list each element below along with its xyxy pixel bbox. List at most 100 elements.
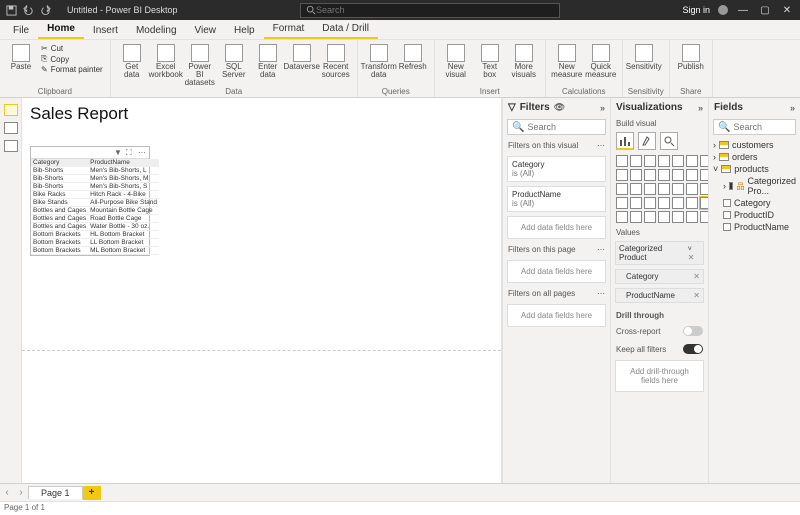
ribbon-transform-data[interactable]: Transformdata: [363, 42, 395, 79]
visual-type-icon[interactable]: [658, 197, 670, 209]
paste-button[interactable]: Paste: [5, 42, 37, 71]
redo-icon[interactable]: [40, 5, 51, 16]
ribbon-excel-workbook[interactable]: Excelworkbook: [150, 42, 182, 79]
visual-type-icon[interactable]: [630, 183, 642, 195]
table-header[interactable]: Category: [31, 159, 88, 167]
visual-type-icon[interactable]: [658, 211, 670, 223]
table-row[interactable]: Bottom BracketsML Bottom Bracket: [31, 247, 159, 255]
visual-type-icon[interactable]: [672, 169, 684, 181]
fields-search[interactable]: 🔍: [713, 119, 796, 135]
visual-type-icon[interactable]: [686, 211, 698, 223]
ribbon-refresh[interactable]: Refresh: [397, 42, 429, 71]
sign-in[interactable]: Sign in: [682, 5, 710, 15]
table-row[interactable]: Bottom BracketsHL Bottom Bracket: [31, 231, 159, 239]
visual-type-icon[interactable]: [630, 211, 642, 223]
visual-type-icon[interactable]: [672, 155, 684, 167]
visual-type-icon[interactable]: [616, 183, 628, 195]
ribbon-dataverse[interactable]: Dataverse: [286, 42, 318, 71]
format-visual-icon[interactable]: [638, 132, 656, 150]
field-well-categorized[interactable]: Categorized Product˅ ✕: [615, 241, 704, 265]
visual-type-icon[interactable]: [644, 169, 656, 181]
ribbon-publish[interactable]: Publish: [675, 42, 707, 71]
filter-icon[interactable]: ▼: [114, 148, 122, 156]
tab-file[interactable]: File: [4, 22, 38, 39]
table-row[interactable]: Bottom BracketsLL Bottom Bracket: [31, 239, 159, 247]
minimize-button[interactable]: —: [736, 3, 750, 17]
report-view-icon[interactable]: [4, 104, 18, 116]
table-row[interactable]: Bottles and CagesWater Bottle - 30 oz.: [31, 223, 159, 231]
visual-type-icon[interactable]: [630, 155, 642, 167]
more-icon[interactable]: ⋯: [597, 141, 605, 150]
avatar-icon[interactable]: [718, 5, 728, 15]
visual-type-icon[interactable]: [616, 155, 628, 167]
collapse-icon[interactable]: »: [790, 103, 795, 113]
visual-type-icon[interactable]: [644, 211, 656, 223]
tab-home[interactable]: Home: [38, 20, 84, 39]
add-page-filter[interactable]: Add data fields here: [507, 260, 606, 283]
eye-icon[interactable]: 👁: [554, 102, 565, 113]
field-categorized-product[interactable]: ›品Categorized Pro...: [713, 175, 796, 197]
focus-icon[interactable]: ⛶: [126, 148, 134, 156]
prev-page-icon[interactable]: ‹: [0, 487, 14, 498]
visual-type-icon[interactable]: [672, 197, 684, 209]
table-row[interactable]: Bib-ShortsMen's Bib-Shorts, S: [31, 183, 159, 191]
analytics-icon[interactable]: [660, 132, 678, 150]
checkbox-icon[interactable]: [723, 199, 731, 207]
visual-type-icon[interactable]: [658, 169, 670, 181]
keep-filters-toggle[interactable]: [683, 344, 703, 354]
format-painter-button[interactable]: ✎Format painter: [41, 65, 103, 74]
table-row[interactable]: Bottles and CagesMountain Bottle Cage: [31, 207, 159, 215]
remove-icon[interactable]: ✕: [693, 272, 700, 281]
visual-type-icon[interactable]: [658, 183, 670, 195]
ribbon-get-data[interactable]: Getdata: [116, 42, 148, 79]
visual-type-icon[interactable]: [658, 155, 670, 167]
visual-type-icon[interactable]: [672, 211, 684, 223]
maximize-button[interactable]: ▢: [758, 3, 772, 17]
table-row[interactable]: Bottles and CagesRoad Bottle Cage: [31, 215, 159, 223]
field-productid[interactable]: ProductID: [713, 209, 796, 221]
report-canvas[interactable]: Sales Report ▼ ⛶ ⋯ CategoryProductNameBi…: [22, 98, 502, 483]
tab-view[interactable]: View: [186, 22, 226, 39]
add-report-filter[interactable]: Add data fields here: [507, 304, 606, 327]
copy-button[interactable]: ⎘Copy: [41, 54, 103, 64]
visual-type-icon[interactable]: [616, 197, 628, 209]
ribbon-sql-server[interactable]: SQLServer: [218, 42, 250, 79]
visual-type-icon[interactable]: [644, 183, 656, 195]
more-icon[interactable]: ⋯: [597, 289, 605, 298]
ribbon-power-bi-datasets[interactable]: PowerBI datasets: [184, 42, 216, 87]
field-category[interactable]: Category: [713, 197, 796, 209]
ribbon-text-box[interactable]: Textbox: [474, 42, 506, 79]
table-row[interactable]: Bike RacksHitch Rack - 4-Bike: [31, 191, 159, 199]
field-well-category[interactable]: Category✕: [615, 269, 704, 284]
checkbox-icon[interactable]: [723, 223, 731, 231]
ribbon-sensitivity[interactable]: Sensitivity: [628, 42, 660, 71]
more-icon[interactable]: ⋯: [597, 245, 605, 254]
checkbox-icon[interactable]: [729, 182, 733, 190]
title-search[interactable]: [300, 3, 560, 18]
drill-through-well[interactable]: Add drill-through fields here: [615, 360, 704, 392]
ribbon-more-visuals[interactable]: Morevisuals: [508, 42, 540, 79]
tab-help[interactable]: Help: [225, 22, 264, 39]
collapse-icon[interactable]: »: [600, 103, 605, 113]
remove-icon[interactable]: ✕: [688, 253, 695, 262]
build-visual-icon[interactable]: [616, 132, 634, 150]
checkbox-icon[interactable]: [723, 211, 731, 219]
table-row[interactable]: Bib-ShortsMen's Bib-Shorts, L: [31, 167, 159, 175]
add-visual-filter[interactable]: Add data fields here: [507, 216, 606, 239]
field-productname[interactable]: ProductName: [713, 221, 796, 233]
filter-card-category[interactable]: Categoryis (All): [507, 156, 606, 182]
title-search-input[interactable]: [316, 5, 554, 15]
model-view-icon[interactable]: [4, 140, 18, 152]
filter-card-productname[interactable]: ProductNameis (All): [507, 186, 606, 212]
more-icon[interactable]: ⋯: [138, 148, 146, 156]
table-orders[interactable]: ›orders: [713, 151, 796, 163]
table-visual[interactable]: ▼ ⛶ ⋯ CategoryProductNameBib-ShortsMen's…: [30, 146, 150, 256]
ribbon-recent-sources[interactable]: Recentsources: [320, 42, 352, 79]
tab-format[interactable]: Format: [264, 20, 314, 39]
ribbon-new-visual[interactable]: Newvisual: [440, 42, 472, 79]
ribbon-quick-measure[interactable]: Quickmeasure: [585, 42, 617, 79]
remove-icon[interactable]: ✕: [693, 291, 700, 300]
ribbon-new-measure[interactable]: Newmeasure: [551, 42, 583, 79]
page-tab[interactable]: Page 1: [28, 486, 83, 499]
visual-type-icon[interactable]: [686, 169, 698, 181]
